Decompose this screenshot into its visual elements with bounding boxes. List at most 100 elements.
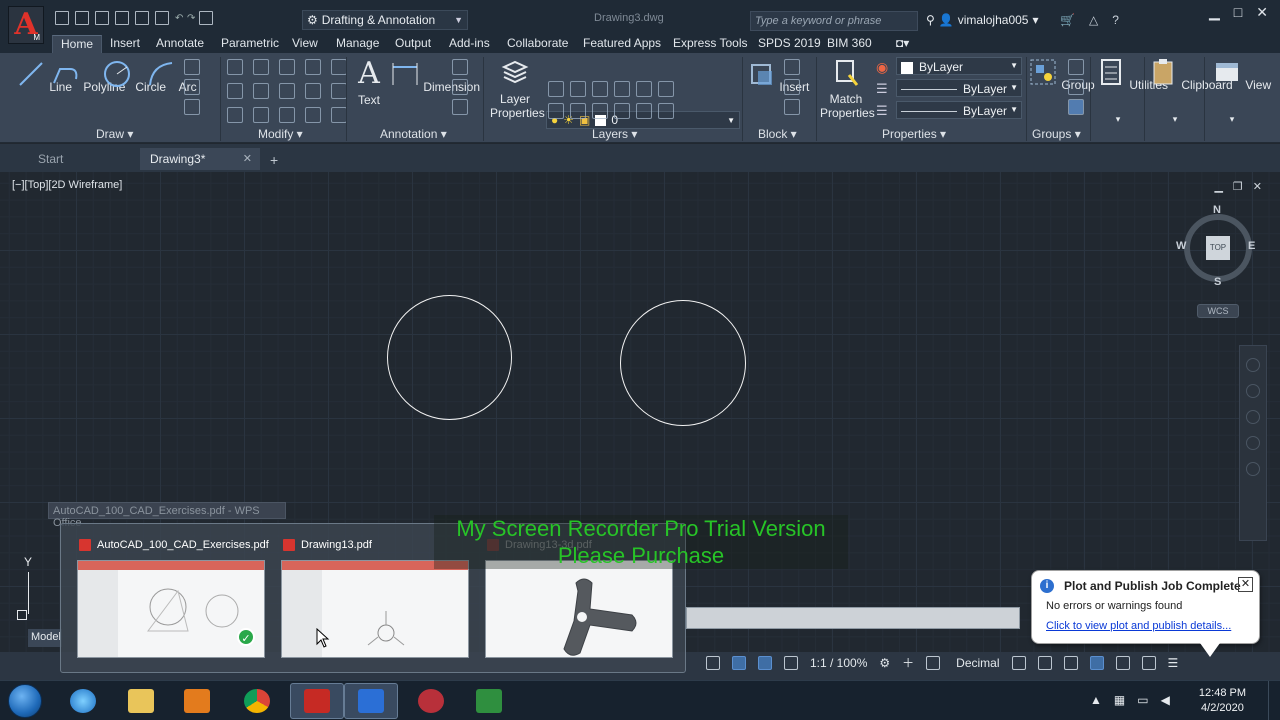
properties-panel-title[interactable]: Properties ▾ (882, 127, 946, 141)
tab-insert[interactable]: Insert (102, 35, 148, 53)
text-tool[interactable]: A Text (354, 57, 384, 108)
orbit-icon[interactable] (1246, 436, 1260, 450)
drawn-circle[interactable] (387, 295, 512, 420)
compass-south[interactable]: S (1214, 276, 1221, 288)
close-icon[interactable]: ✕ (243, 152, 252, 165)
array-rect-icon[interactable] (279, 107, 295, 123)
zoom-icon[interactable] (1246, 410, 1260, 424)
chrome-taskbar-button[interactable] (230, 683, 284, 719)
autodesk-a360-icon[interactable]: △ (1089, 13, 1098, 27)
layer-unisolate-icon[interactable] (570, 103, 586, 119)
drawn-circle[interactable] (620, 300, 746, 426)
plot-tray-icon[interactable] (1115, 655, 1130, 670)
tab-collaborate[interactable]: Collaborate (499, 35, 576, 53)
workspace-dropdown[interactable]: ⚙ Drafting & Annotation ▼ (302, 10, 468, 30)
redo-icon[interactable]: ↷ (187, 13, 195, 24)
customization-menu-icon[interactable]: ☰ (1168, 656, 1179, 670)
new-tab-plus-icon[interactable]: + (270, 152, 278, 168)
lineweight-dropdown[interactable]: ByLayer ▼ (896, 101, 1022, 119)
showmotion-icon[interactable] (1246, 462, 1260, 476)
wcs-menu[interactable]: WCS (1197, 304, 1239, 318)
annotation-scale-value[interactable]: 1:1 / 100% (810, 656, 867, 670)
block-panel-title[interactable]: Block ▾ (758, 127, 797, 141)
fillet-icon[interactable] (279, 83, 295, 99)
tab-spds-2019[interactable]: SPDS 2019 (750, 35, 829, 53)
monitor-icon[interactable]: ▭ (1137, 693, 1148, 707)
linetype-dropdown[interactable]: ByLayer ▼ (896, 79, 1022, 97)
minimize-icon[interactable]: ▁ (1209, 4, 1220, 21)
media-player-taskbar-button[interactable] (170, 683, 224, 719)
viewport-controls-label[interactable]: [−][Top][2D Wireframe] (12, 179, 122, 191)
model-layout-tab[interactable]: Model (28, 629, 62, 647)
restore-icon[interactable]: ❐ (1233, 180, 1243, 193)
layer-thaw-icon[interactable] (592, 103, 608, 119)
group-edit-icon[interactable] (1068, 79, 1084, 95)
autocad-taskbar-button[interactable] (290, 683, 344, 719)
array-icon[interactable] (331, 83, 347, 99)
copy-icon[interactable] (227, 83, 243, 99)
close-icon[interactable]: ✕ (1253, 180, 1262, 193)
ribbon-options-icon[interactable]: ◘▾ (888, 35, 917, 53)
ungroup-icon[interactable] (1068, 59, 1084, 75)
quick-calc-icon[interactable] (1011, 655, 1026, 670)
layer-make-current-icon[interactable] (636, 81, 652, 97)
command-line-input[interactable] (686, 607, 1020, 629)
save-as-icon[interactable] (115, 11, 129, 25)
viewcube-top-face[interactable]: TOP (1206, 236, 1230, 260)
edit-block-icon[interactable] (784, 79, 800, 95)
groups-panel-title[interactable]: Groups ▾ (1032, 127, 1081, 141)
internet-explorer-taskbar-button[interactable] (56, 683, 110, 719)
polyline-tool[interactable]: Polyline (50, 59, 125, 94)
clipboard-tool[interactable]: Clipboard ▾ (1148, 57, 1233, 126)
lineweight-icon[interactable]: ☰ (876, 103, 888, 119)
system-clock[interactable]: 12:48 PM 4/2/2020 (1199, 686, 1246, 716)
fullscreen-icon[interactable] (1141, 655, 1156, 670)
explode-icon[interactable] (331, 59, 347, 75)
file-tab-current[interactable]: Drawing3* ✕ (140, 148, 260, 170)
rotate-icon[interactable] (253, 59, 269, 75)
tab-bim-360[interactable]: BIM 360 (819, 35, 880, 53)
tab-annotate[interactable]: Annotate (148, 35, 212, 53)
tab-add-ins[interactable]: Add-ins (441, 35, 498, 53)
open-icon[interactable] (75, 11, 89, 25)
clean-screen-icon[interactable] (1089, 655, 1104, 670)
gear-icon[interactable]: ⚙ (879, 656, 890, 670)
scale-icon[interactable] (253, 107, 269, 123)
tab-featured-apps[interactable]: Featured Apps (575, 35, 669, 53)
network-icon[interactable]: ▦ (1114, 693, 1125, 707)
viewcube[interactable]: TOP N S E W (1176, 204, 1256, 288)
table-icon[interactable] (184, 99, 200, 115)
layer-unlock-icon[interactable] (614, 103, 630, 119)
tab-express-tools[interactable]: Express Tools (665, 35, 755, 53)
circle-tool[interactable]: Circle (102, 59, 166, 94)
hatch-icon[interactable] (184, 79, 200, 95)
linetype-icon[interactable]: ☰ (876, 81, 888, 97)
layer-walk-icon[interactable] (658, 103, 674, 119)
modify-panel-title[interactable]: Modify ▾ (258, 127, 303, 141)
show-hidden-icons-icon[interactable]: ▲ (1090, 693, 1102, 707)
compass-north[interactable]: N (1213, 204, 1221, 216)
isolate-objects-icon[interactable] (1037, 655, 1052, 670)
quick-properties-icon[interactable] (926, 655, 941, 670)
screen-recorder-taskbar-button[interactable] (404, 683, 458, 719)
wps-writer-taskbar-button[interactable] (344, 683, 398, 719)
minimize-icon[interactable]: ▁ (1214, 180, 1222, 193)
new-icon[interactable] (55, 11, 69, 25)
layer-match-icon[interactable] (658, 81, 674, 97)
cart-icon[interactable]: 🛒 (1060, 13, 1075, 27)
volume-icon[interactable]: ◀ (1161, 693, 1170, 707)
user-account[interactable]: ⚲ 👤 vimalojha005 ▾ (926, 13, 1039, 27)
thumbnail-window[interactable]: AutoCAD_100_CAD_Exercises.pdf ✓ (61, 524, 269, 674)
move-icon[interactable] (227, 59, 243, 75)
layer-freeze-icon[interactable] (592, 81, 608, 97)
layers-panel-title[interactable]: Layers ▾ (592, 127, 637, 141)
save-icon[interactable] (95, 11, 109, 25)
compass-east[interactable]: E (1248, 240, 1255, 252)
edit-attributes-icon[interactable] (784, 99, 800, 115)
annotation-table-icon[interactable] (452, 99, 468, 115)
tab-parametric[interactable]: Parametric (213, 35, 287, 53)
utility-taskbar-button[interactable] (462, 683, 516, 719)
layer-properties-tool[interactable]: Layer Properties (490, 57, 545, 120)
color-dropdown[interactable]: ByLayer ▼ (896, 57, 1022, 75)
plus-icon[interactable]: ＋ (902, 654, 914, 671)
